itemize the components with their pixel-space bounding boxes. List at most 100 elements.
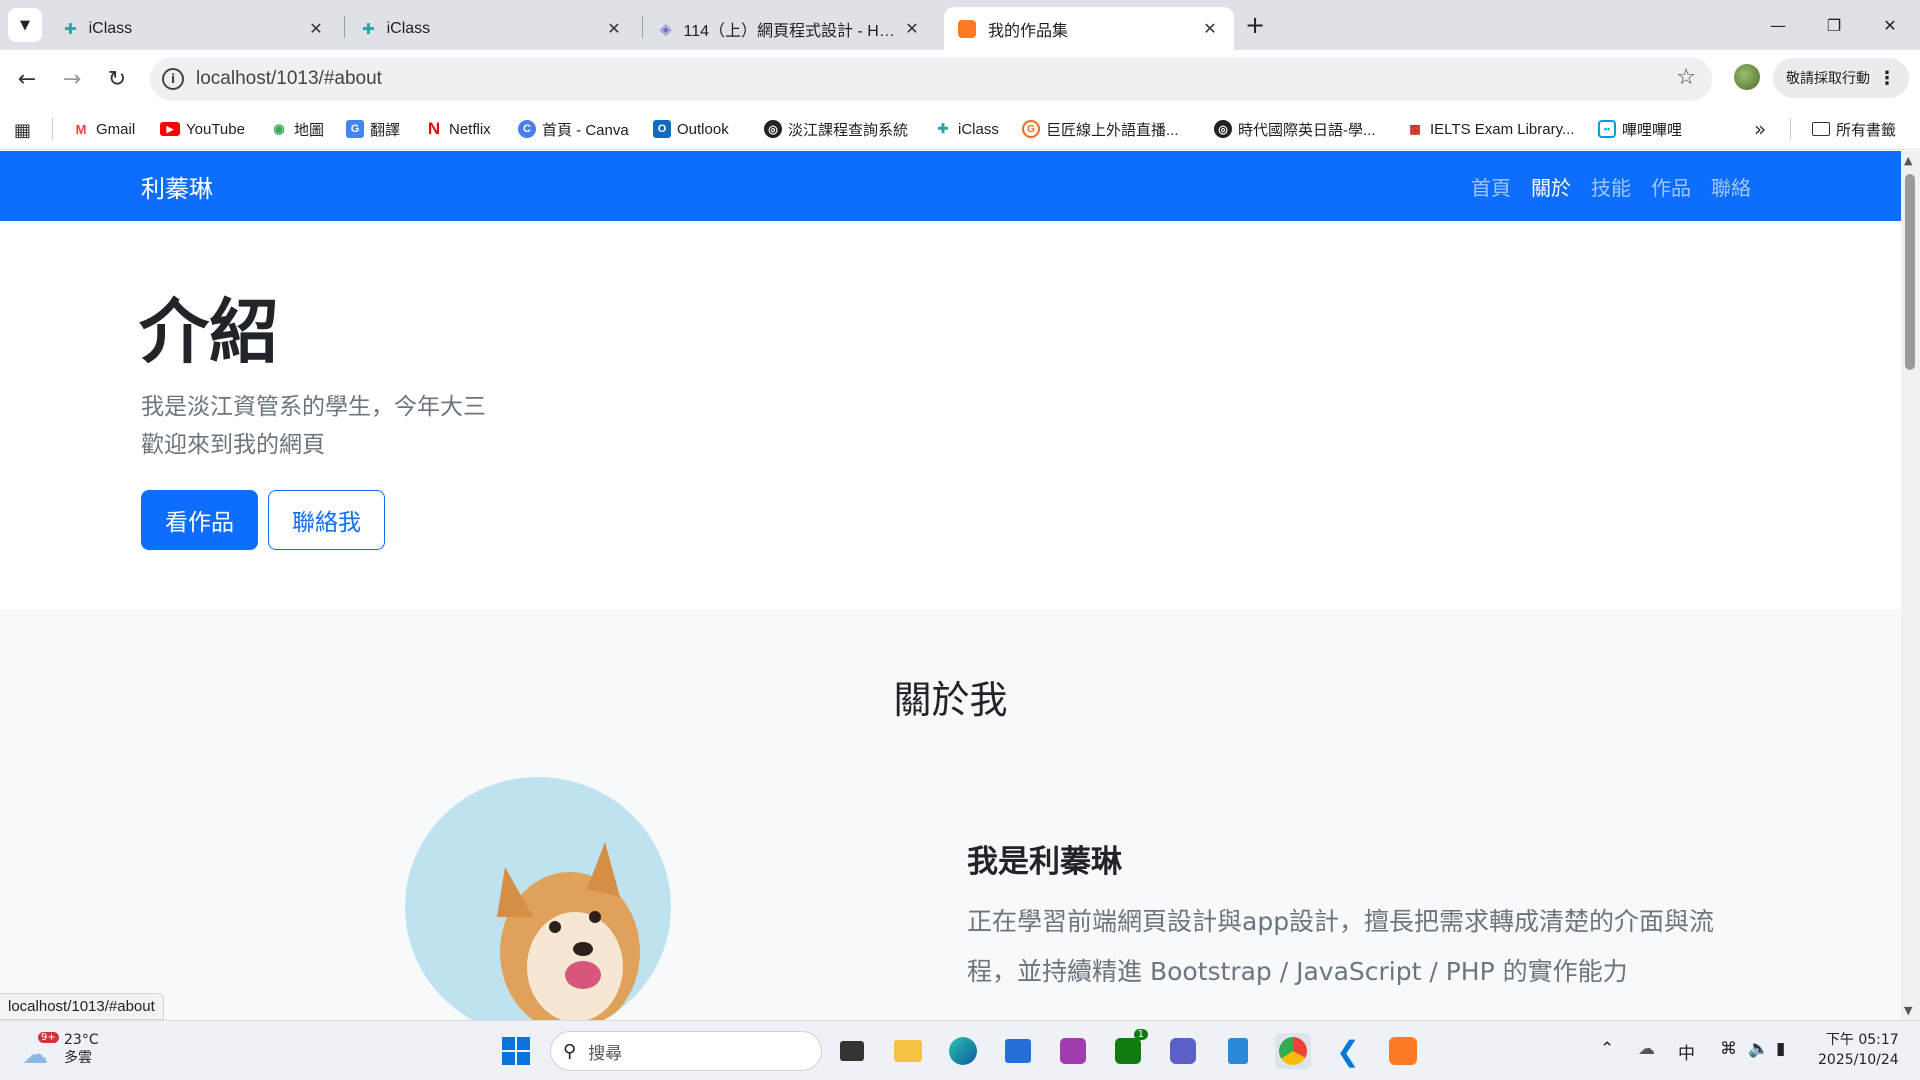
action-button[interactable]: 敬請採取行動 ⋮: [1773, 58, 1909, 98]
about-text-line-2: 程，並持續精進 Bootstrap / JavaScript / PHP 的實作…: [967, 957, 1628, 986]
reload-button[interactable]: ↻: [98, 60, 136, 98]
page-scrollbar[interactable]: ▲ ▼: [1901, 151, 1920, 1020]
bookmark-translate[interactable]: G 翻譯: [346, 116, 400, 142]
scroll-thumb[interactable]: [1905, 174, 1915, 370]
star-icon[interactable]: ☆: [1676, 65, 1696, 90]
close-window-button[interactable]: ✕: [1862, 0, 1918, 50]
task-view-button[interactable]: [834, 1033, 870, 1069]
apps-grid-icon[interactable]: ▦: [14, 120, 31, 141]
edge-button[interactable]: [945, 1033, 981, 1069]
bookmark-bilibili[interactable]: •• 嗶哩嗶哩: [1598, 116, 1682, 142]
close-icon[interactable]: ✕: [604, 19, 624, 38]
xbox-icon: [1115, 1038, 1141, 1064]
forward-button[interactable]: →: [53, 60, 91, 98]
browser-toolbar: ← → ↻ i localhost/1013/#about ☆ 敬請採取行動 ⋮: [0, 50, 1920, 108]
hero-title: 介紹: [139, 291, 279, 373]
iclass-icon: ✚: [937, 121, 949, 136]
xampp-icon: [958, 19, 976, 38]
all-bookmarks[interactable]: 所有書籤: [1812, 116, 1896, 142]
vscode-button[interactable]: ❮: [1330, 1033, 1366, 1069]
xampp-button[interactable]: [1385, 1033, 1421, 1069]
url-text[interactable]: localhost/1013/#about: [196, 68, 382, 90]
bookmark-ielts[interactable]: ▩ IELTS Exam Library...: [1406, 116, 1574, 142]
bookmark-iclass[interactable]: ✚ iClass: [934, 116, 999, 142]
scroll-up-icon[interactable]: ▲: [1904, 154, 1912, 167]
about-section: 關於我 我是利蓁琳 正在學習前端網頁設計與app設計，擅長把需求轉成清楚的介面與…: [0, 609, 1901, 1020]
tab-hackmd[interactable]: ◈ 114（上）網頁程式設計 - Hack ✕: [646, 7, 936, 50]
weather-temp: 23°C: [64, 1032, 99, 1048]
battery-icon[interactable]: ▮: [1776, 1039, 1785, 1059]
bookmark-label: 翻譯: [370, 121, 401, 139]
store-button[interactable]: [1000, 1033, 1036, 1069]
bookmark-label: Gmail: [96, 120, 136, 138]
outlook-icon: O: [653, 120, 671, 138]
chevron-up-icon[interactable]: ⌃: [1600, 1039, 1614, 1059]
start-button[interactable]: [498, 1033, 534, 1069]
file-explorer-button[interactable]: [890, 1033, 926, 1069]
reload-icon: ↻: [107, 66, 127, 92]
notepad-icon: [1228, 1038, 1248, 1064]
onedrive-icon[interactable]: ☁: [1638, 1039, 1655, 1059]
bookmark-label: 淡江課程查詢系統: [788, 121, 909, 139]
site-brand[interactable]: 利蓁琳: [141, 169, 213, 204]
bookmark-gmail[interactable]: M Gmail: [72, 116, 136, 142]
bookmark-language-live[interactable]: G 巨匠線上外語直播...: [1022, 116, 1179, 142]
site-info-icon[interactable]: i: [162, 68, 184, 90]
bookmark-maps[interactable]: ◉ 地圖: [270, 116, 324, 142]
scroll-down-icon[interactable]: ▼: [1904, 1004, 1912, 1017]
weather-widget[interactable]: ☁ 9+ 23°C 多雲: [22, 1031, 99, 1070]
profile-avatar[interactable]: [1734, 64, 1760, 90]
nav-home[interactable]: 首頁: [1471, 172, 1511, 201]
nav-about[interactable]: 關於: [1531, 172, 1571, 201]
hero-lead-line-2: 歡迎來到我的網頁: [141, 432, 325, 458]
minimize-button[interactable]: —: [1750, 0, 1806, 50]
back-button[interactable]: ←: [8, 60, 46, 98]
tab-iclass-2[interactable]: ✚ iClass ✕: [348, 7, 638, 50]
contact-me-button[interactable]: 聯絡我: [268, 490, 385, 550]
tab-portfolio[interactable]: 我的作品集 ✕: [944, 7, 1234, 50]
nav-skills[interactable]: 技能: [1591, 172, 1631, 201]
restore-icon: ❐: [1826, 15, 1842, 35]
bookmark-youtube[interactable]: ▶ YouTube: [160, 116, 245, 142]
clock-time: 下午 05:17: [1825, 1032, 1899, 1048]
chrome-button[interactable]: [1275, 1033, 1311, 1069]
nav-works[interactable]: 作品: [1651, 172, 1691, 201]
volume-icon[interactable]: 🔈: [1748, 1039, 1769, 1059]
bookmark-english-japanese[interactable]: ◎ 時代國際英日語-學...: [1214, 116, 1376, 142]
address-bar[interactable]: i localhost/1013/#about ☆: [150, 57, 1712, 101]
clock[interactable]: 下午 05:17 2025/10/24: [1818, 1030, 1899, 1070]
close-icon: ✕: [1883, 15, 1897, 35]
xbox-button[interactable]: 1: [1110, 1029, 1148, 1069]
close-icon[interactable]: ✕: [306, 19, 326, 38]
view-works-button[interactable]: 看作品: [141, 490, 258, 550]
ime-indicator[interactable]: 中: [1678, 1039, 1695, 1064]
plus-icon: +: [1244, 11, 1266, 39]
brand-g-icon: G: [1022, 120, 1040, 138]
new-tab-button[interactable]: +: [1230, 0, 1280, 50]
vscode-icon: ❮: [1336, 1034, 1360, 1068]
bookmark-netflix[interactable]: N Netflix: [425, 116, 491, 142]
bookmark-outlook[interactable]: O Outlook: [653, 116, 729, 142]
bookmark-canva[interactable]: C 首頁 - Canva: [518, 116, 629, 142]
close-icon[interactable]: ✕: [1200, 19, 1220, 38]
teams-button[interactable]: [1165, 1033, 1201, 1069]
more-bookmarks-icon[interactable]: »: [1754, 117, 1766, 141]
bookmark-tku-course[interactable]: ◎ 淡江課程查詢系統: [764, 116, 908, 142]
bookmark-label: 時代國際英日語-學...: [1238, 121, 1376, 139]
canva-icon: C: [518, 120, 536, 138]
taskbar-search[interactable]: ⚲ 搜尋: [550, 1031, 822, 1071]
tab-iclass-1[interactable]: ✚ iClass ✕: [50, 7, 340, 50]
globe-icon: ◎: [764, 120, 782, 138]
teams-icon: [1170, 1038, 1196, 1064]
tab-search-button[interactable]: ▼: [8, 8, 42, 42]
translate-icon: G: [346, 120, 364, 138]
notepad-button[interactable]: [1220, 1033, 1256, 1069]
app-button[interactable]: [1055, 1033, 1091, 1069]
gmail-icon: M: [75, 121, 87, 137]
minimize-icon: —: [1770, 15, 1786, 35]
restore-button[interactable]: ❐: [1806, 0, 1862, 50]
wifi-icon[interactable]: ⌘: [1720, 1039, 1737, 1059]
nav-contact[interactable]: 聯絡: [1711, 172, 1751, 201]
tab-title: 114（上）網頁程式設計 - Hack: [683, 22, 902, 40]
close-icon[interactable]: ✕: [902, 19, 922, 38]
